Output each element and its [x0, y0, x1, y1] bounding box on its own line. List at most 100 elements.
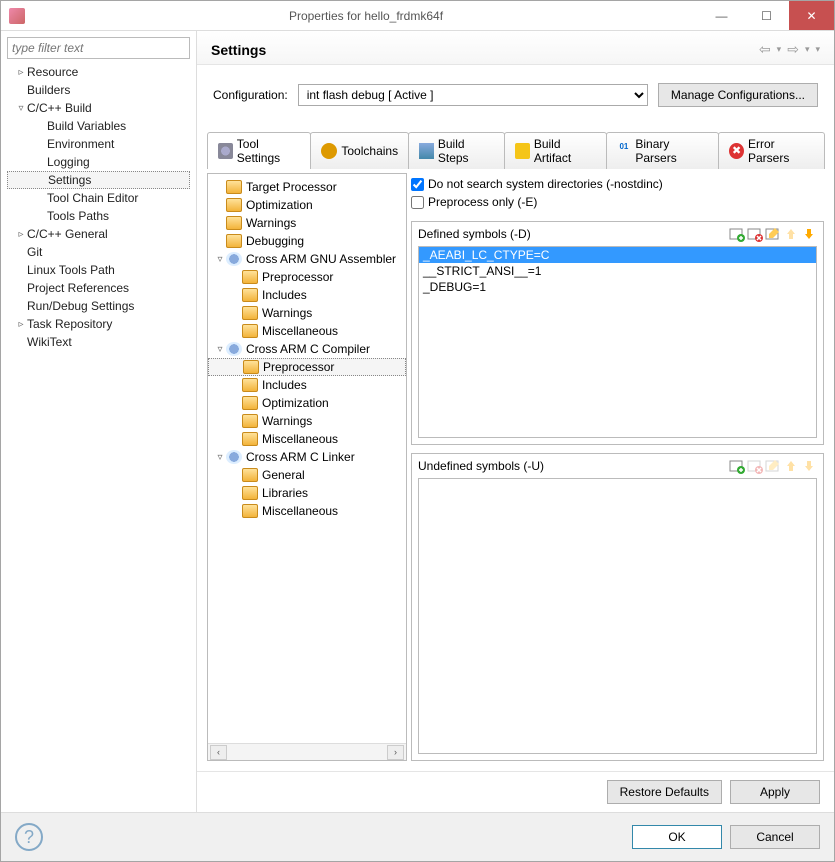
tool-tree-item[interactable]: General	[208, 466, 406, 484]
sidebar-item-label: Resource	[27, 65, 78, 79]
preprocess-only-label: Preprocess only (-E)	[428, 195, 537, 209]
tool-tree-item[interactable]: Warnings	[208, 214, 406, 232]
list-item[interactable]: __STRICT_ANSI__=1	[419, 263, 816, 279]
sidebar-item[interactable]: Settings	[7, 171, 190, 189]
expand-arrow-icon: ▹	[15, 67, 27, 78]
forward-icon[interactable]: ⇨	[787, 41, 799, 58]
close-button[interactable]: ✕	[789, 1, 834, 30]
sidebar-item[interactable]: Logging	[7, 153, 190, 171]
tool-tree-item[interactable]: Target Processor	[208, 178, 406, 196]
sidebar-item-label: Linux Tools Path	[27, 263, 115, 277]
sidebar-item[interactable]: ▿C/C++ Build	[7, 99, 190, 117]
tab-error-parsers[interactable]: ✖Error Parsers	[718, 132, 825, 169]
sidebar-item-label: Logging	[47, 155, 90, 169]
forward-menu-icon[interactable]: ▾	[805, 44, 810, 55]
tool-tree-item[interactable]: Warnings	[208, 412, 406, 430]
undefined-symbols-list[interactable]	[418, 478, 817, 754]
tab-build-artifact[interactable]: Build Artifact	[504, 132, 607, 169]
tool-tree-item[interactable]: Optimization	[208, 196, 406, 214]
tool-tree-label: Miscellaneous	[262, 504, 338, 518]
sidebar-item[interactable]: Build Variables	[7, 117, 190, 135]
sidebar-item[interactable]: WikiText	[7, 333, 190, 351]
sidebar-item-label: Environment	[47, 137, 114, 151]
manage-configurations-button[interactable]: Manage Configurations...	[658, 83, 818, 107]
edit-symbol-icon[interactable]	[765, 226, 781, 242]
category-tree[interactable]: ▹ResourceBuilders▿C/C++ BuildBuild Varia…	[7, 63, 190, 806]
tool-tree-item[interactable]: Includes	[208, 376, 406, 394]
add-undef-icon[interactable]	[729, 458, 745, 474]
ok-button[interactable]: OK	[632, 825, 722, 849]
back-icon[interactable]: ⇦	[759, 41, 771, 58]
tool-tree-label: Preprocessor	[262, 270, 333, 284]
tool-tree-item[interactable]: Miscellaneous	[208, 502, 406, 520]
move-down-icon[interactable]	[801, 226, 817, 242]
tool-tree-item[interactable]: Warnings	[208, 304, 406, 322]
folder-icon	[242, 504, 258, 518]
delete-symbol-icon[interactable]	[747, 226, 763, 242]
filter-input[interactable]	[7, 37, 190, 59]
tool-tree-label: Includes	[262, 378, 307, 392]
maximize-button[interactable]: ☐	[744, 1, 789, 30]
tool-tree-item[interactable]: ▿Cross ARM C Linker	[208, 448, 406, 466]
tab-toolchains[interactable]: Toolchains	[310, 132, 409, 169]
tool-tree-item[interactable]: Miscellaneous	[208, 430, 406, 448]
nostdinc-checkbox[interactable]	[411, 178, 424, 191]
sidebar-item[interactable]: ▹C/C++ General	[7, 225, 190, 243]
folder-icon	[243, 360, 259, 374]
sidebar-item[interactable]: Environment	[7, 135, 190, 153]
sidebar-item[interactable]: ▹Task Repository	[7, 315, 190, 333]
sidebar-item[interactable]: Tool Chain Editor	[7, 189, 190, 207]
scroll-left-icon[interactable]: ‹	[210, 745, 227, 760]
list-item[interactable]: _AEABI_LC_CTYPE=C	[419, 247, 816, 263]
list-item[interactable]: _DEBUG=1	[419, 279, 816, 295]
sidebar-item-label: Build Variables	[47, 119, 126, 133]
tool-tree-item[interactable]: Miscellaneous	[208, 322, 406, 340]
tool-tree-item[interactable]: Optimization	[208, 394, 406, 412]
restore-defaults-button[interactable]: Restore Defaults	[607, 780, 722, 804]
move-up-icon[interactable]	[783, 226, 799, 242]
tab-binary-parsers[interactable]: 01Binary Parsers	[606, 132, 720, 169]
tool-tree-label: Warnings	[262, 414, 312, 428]
defined-symbols-list[interactable]: _AEABI_LC_CTYPE=C__STRICT_ANSI__=1_DEBUG…	[418, 246, 817, 438]
tab-label: Build Steps	[438, 137, 494, 165]
tool-tree-label: Target Processor	[246, 180, 337, 194]
sidebar-item[interactable]: Tools Paths	[7, 207, 190, 225]
cancel-button[interactable]: Cancel	[730, 825, 820, 849]
tool-tree[interactable]: Target ProcessorOptimizationWarningsDebu…	[208, 174, 406, 743]
tool-tree-item[interactable]: Debugging	[208, 232, 406, 250]
menu-icon[interactable]: ▾	[815, 44, 820, 55]
back-menu-icon[interactable]: ▾	[777, 44, 782, 55]
tool-tree-item[interactable]: Libraries	[208, 484, 406, 502]
help-icon[interactable]: ?	[15, 823, 43, 851]
sidebar-item[interactable]: ▹Resource	[7, 63, 190, 81]
nostdinc-checkbox-row[interactable]: Do not search system directories (-nostd…	[411, 175, 824, 193]
tab-label: Toolchains	[341, 144, 398, 158]
tab-tool-settings[interactable]: Tool Settings	[207, 132, 311, 169]
tool-icon	[226, 252, 242, 266]
apply-button[interactable]: Apply	[730, 780, 820, 804]
preprocess-only-checkbox[interactable]	[411, 196, 424, 209]
sidebar-item[interactable]: Builders	[7, 81, 190, 99]
sidebar-item[interactable]: Git	[7, 243, 190, 261]
tool-tree-item[interactable]: Preprocessor	[208, 268, 406, 286]
tab-label: Tool Settings	[237, 137, 301, 165]
add-symbol-icon[interactable]	[729, 226, 745, 242]
sidebar-item[interactable]: Project References	[7, 279, 190, 297]
tab-build-steps[interactable]: Build Steps	[408, 132, 505, 169]
sidebar-item-label: Tools Paths	[47, 209, 109, 223]
tool-tree-item[interactable]: Includes	[208, 286, 406, 304]
art-icon	[515, 143, 530, 159]
sidebar-item[interactable]: Run/Debug Settings	[7, 297, 190, 315]
tool-tree-label: Optimization	[246, 198, 313, 212]
tool-tree-item[interactable]: ▿Cross ARM GNU Assembler	[208, 250, 406, 268]
tool-tree-item[interactable]: Preprocessor	[208, 358, 406, 376]
scroll-right-icon[interactable]: ›	[387, 745, 404, 760]
horizontal-scrollbar[interactable]: ‹ ›	[208, 743, 406, 760]
preprocess-only-checkbox-row[interactable]: Preprocess only (-E)	[411, 193, 824, 211]
tool-tree-label: Optimization	[262, 396, 329, 410]
tool-tree-item[interactable]: ▿Cross ARM C Compiler	[208, 340, 406, 358]
configuration-select[interactable]: int flash debug [ Active ]	[298, 84, 648, 106]
sidebar-item[interactable]: Linux Tools Path	[7, 261, 190, 279]
minimize-button[interactable]: —	[699, 1, 744, 30]
move-up-undef-icon	[783, 458, 799, 474]
